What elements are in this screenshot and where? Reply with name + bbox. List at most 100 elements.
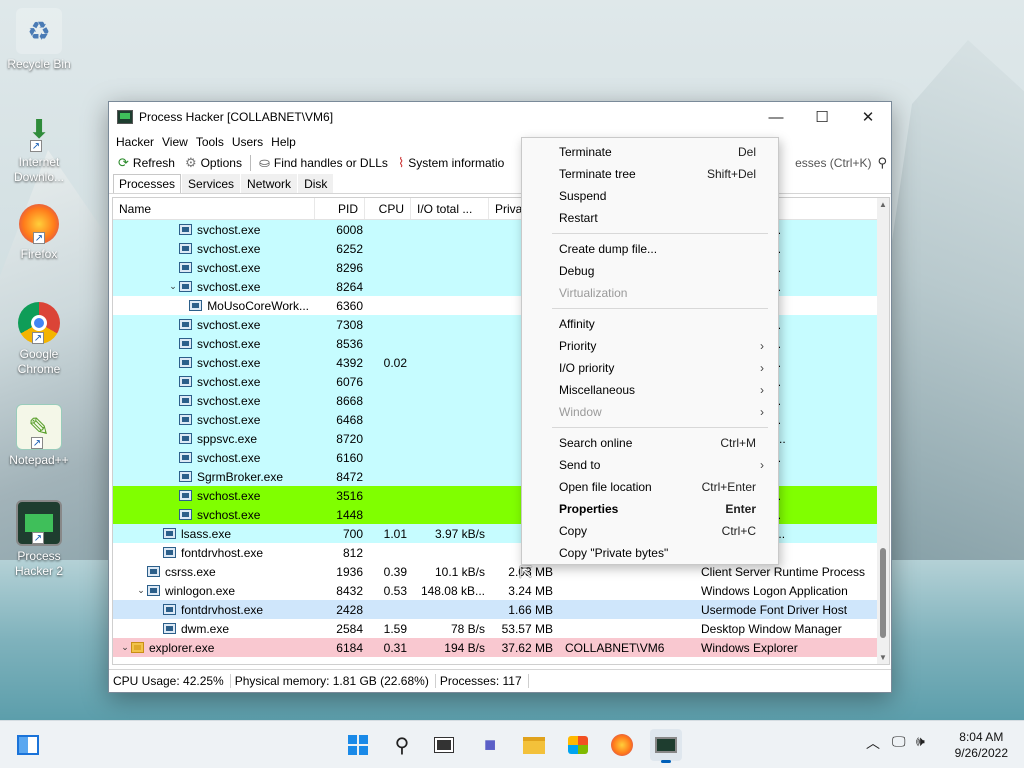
search-icon: ⚲ <box>394 734 410 757</box>
desktop-icon-chrome[interactable]: ↗ Google Chrome <box>0 302 78 377</box>
column-pid[interactable]: PID <box>315 198 365 219</box>
desktop-icon-notepadpp[interactable]: ✎ ↗ Notepad++ <box>0 404 78 468</box>
scroll-down-arrow[interactable]: ▼ <box>877 653 889 662</box>
find-handles-button[interactable]: ⛀ Find handles or DLLs <box>254 155 393 171</box>
table-row[interactable]: ⌄ explorer.exe 6184 0.31 194 B/s 37.62 MB COLL… <box>113 638 889 657</box>
tab-processes[interactable]: Processes <box>113 174 182 193</box>
menu-item-label: Affinity <box>559 317 595 331</box>
menu-hacker[interactable]: Hacker <box>115 135 161 149</box>
menu-item-miscellaneous[interactable]: Miscellaneous › <box>522 379 778 401</box>
options-button[interactable]: ⚙ Options <box>180 155 247 171</box>
tab-disk[interactable]: Disk <box>298 174 334 193</box>
process-name: svchost.exe <box>197 355 261 370</box>
process-name-cell: dwm.exe <box>113 622 315 636</box>
description-cell: Client Server Runtime Process <box>701 564 866 579</box>
menu-item-i-o-priority[interactable]: I/O priority › <box>522 357 778 379</box>
menu-item-copy[interactable]: Copy Ctrl+C <box>522 520 778 542</box>
expand-chevron-icon[interactable]: ⌄ <box>167 281 179 292</box>
scroll-up-arrow[interactable]: ▲ <box>877 200 889 209</box>
store-button[interactable] <box>562 729 594 761</box>
close-button[interactable]: ✕ <box>845 102 891 132</box>
menu-item-suspend[interactable]: Suspend <box>522 185 778 207</box>
desktop-icon-process-hacker[interactable]: ↗ Process Hacker 2 <box>0 500 78 579</box>
chat-button[interactable]: ■ <box>474 729 506 761</box>
pid-cell: 812 <box>342 545 363 560</box>
expand-chevron-icon[interactable]: ⌄ <box>135 585 147 596</box>
process-name-cell: csrss.exe <box>113 565 315 579</box>
firefox-button[interactable] <box>606 729 638 761</box>
table-row[interactable]: ⌄ winlogon.exe 8432 0.53 148.08 kB... 3.24 MB… <box>113 581 889 600</box>
menu-item-label: Miscellaneous <box>559 383 636 397</box>
volume-icon[interactable]: 🕪 <box>916 733 925 750</box>
process-icon <box>179 319 192 330</box>
menu-item-shortcut: Ctrl+C <box>721 524 756 538</box>
table-row[interactable]: fontdrvhost.exe 2428 1.66 MB Usermode Font … <box>113 600 889 619</box>
widgets-button[interactable] <box>12 729 44 761</box>
vertical-scrollbar[interactable]: ▲ ▼ <box>877 198 889 664</box>
menu-tools[interactable]: Tools <box>195 135 231 149</box>
process-name-cell: svchost.exe <box>113 375 315 389</box>
process-icon <box>179 338 192 349</box>
task-view-button[interactable] <box>428 729 460 761</box>
show-hidden-icons-chevron-icon[interactable]: ︿ <box>866 733 880 753</box>
menu-item-send-to[interactable]: Send to › <box>522 454 778 476</box>
description-cell: Windows Logon Application <box>701 583 848 598</box>
column-name[interactable]: Name <box>113 198 315 219</box>
process-name: svchost.exe <box>197 241 261 256</box>
pid-cell: 6468 <box>336 412 363 427</box>
process-name-cell: svchost.exe <box>113 356 315 370</box>
menu-item-shortcut: Shift+Del <box>706 167 756 181</box>
process-icon <box>179 452 192 463</box>
menu-item-copy-private-bytes[interactable]: Copy "Private bytes" <box>522 542 778 564</box>
pid-cell: 1936 <box>336 564 363 579</box>
menu-item-terminate[interactable]: Terminate Del <box>522 141 778 163</box>
expand-chevron-icon[interactable]: ⌄ <box>119 642 131 653</box>
process-hacker-icon <box>655 737 677 753</box>
private-bytes-cell: 53.57 MB <box>501 621 553 636</box>
submenu-arrow-icon: › <box>760 361 764 375</box>
menu-item-open-file-location[interactable]: Open file location Ctrl+Enter <box>522 476 778 498</box>
taskbar-search-button[interactable]: ⚲ <box>386 729 418 761</box>
network-icon[interactable]: 🖵 <box>892 733 906 750</box>
menu-item-terminate-tree[interactable]: Terminate tree Shift+Del <box>522 163 778 185</box>
refresh-button[interactable]: ⟳ Refresh <box>113 155 180 171</box>
menu-item-restart[interactable]: Restart <box>522 207 778 229</box>
scroll-thumb[interactable] <box>880 548 886 638</box>
desktop-icon-internet-download-manager[interactable]: ⬇ ↗ Internet Downlo... <box>0 106 78 185</box>
menu-item-label: Window <box>559 405 602 419</box>
column-cpu[interactable]: CPU <box>365 198 411 219</box>
menu-separator <box>552 308 768 309</box>
desktop-icon-recycle-bin[interactable]: ♻ Recycle Bin <box>0 8 78 72</box>
menu-users[interactable]: Users <box>231 135 270 149</box>
tab-services[interactable]: Services <box>182 174 241 193</box>
process-icon <box>179 376 192 387</box>
menu-item-properties[interactable]: Properties Enter <box>522 498 778 520</box>
maximize-button[interactable]: ☐ <box>799 102 845 132</box>
process-icon <box>179 471 192 482</box>
file-explorer-button[interactable] <box>518 729 550 761</box>
menu-item-affinity[interactable]: Affinity <box>522 313 778 335</box>
title-bar[interactable]: Process Hacker [COLLABNET\VM6] — ☐ ✕ <box>109 102 891 132</box>
menu-help[interactable]: Help <box>270 135 303 149</box>
start-button[interactable] <box>342 729 374 761</box>
process-icon <box>179 281 192 292</box>
io-total-cell: 148.08 kB... <box>420 583 485 598</box>
menu-item-search-online[interactable]: Search online Ctrl+M <box>522 432 778 454</box>
table-row[interactable]: dwm.exe 2584 1.59 78 B/s 53.57 MB Desktop Win… <box>113 619 889 638</box>
menu-item-label: Virtualization <box>559 286 628 300</box>
system-information-button[interactable]: ⌇ System informatio <box>393 155 509 171</box>
menu-item-priority[interactable]: Priority › <box>522 335 778 357</box>
minimize-button[interactable]: — <box>753 102 799 132</box>
column-io-total[interactable]: I/O total ... <box>411 198 489 219</box>
options-label: Options <box>200 156 242 170</box>
taskbar-clock[interactable]: 8:04 AM 9/26/2022 <box>955 729 1008 761</box>
menu-view[interactable]: View <box>161 135 195 149</box>
menu-item-debug[interactable]: Debug <box>522 260 778 282</box>
desktop-icon-firefox[interactable]: ↗ Firefox <box>0 204 78 262</box>
menu-item-create-dump-file[interactable]: Create dump file... <box>522 238 778 260</box>
tab-network[interactable]: Network <box>241 174 298 193</box>
description-cell: Desktop Window Manager <box>701 621 842 636</box>
process-hacker-button[interactable] <box>650 729 682 763</box>
search-input[interactable]: esses (Ctrl+K) ⚲ <box>767 153 887 172</box>
status-physical-memory: Physical memory: 1.81 GB (22.68%) <box>233 674 436 688</box>
